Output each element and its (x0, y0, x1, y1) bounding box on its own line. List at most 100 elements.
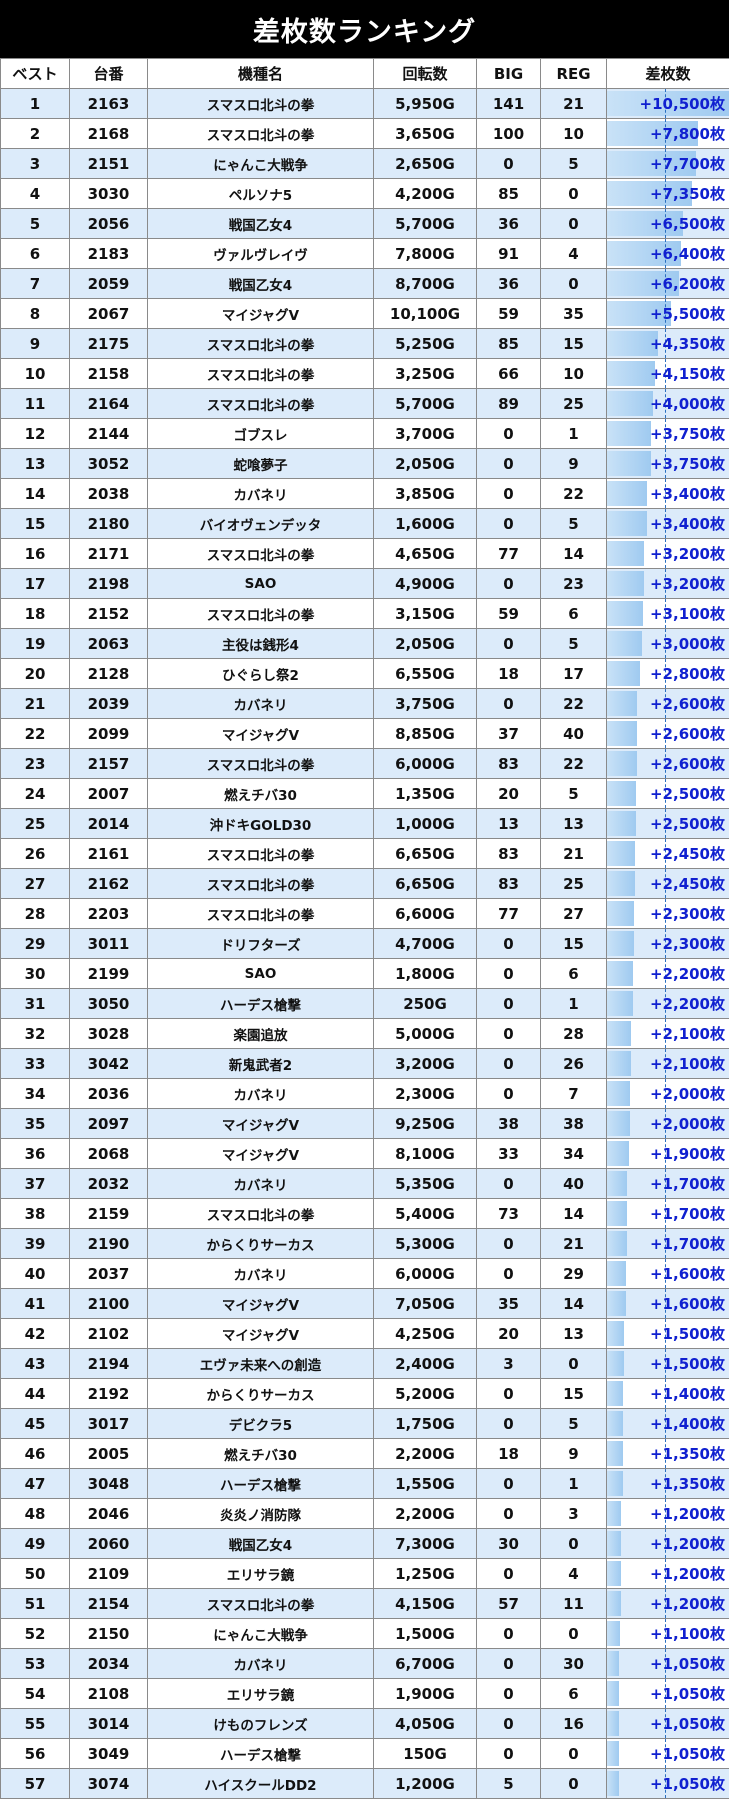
diff-value: +1,050枚 (649, 1685, 725, 1703)
diff-bar (607, 451, 651, 476)
diff-bar (607, 811, 637, 836)
big-cell: 83 (476, 748, 541, 779)
spins-cell: 2,050G (373, 628, 477, 659)
table-row: 33 3042 新鬼武者2 3,200G 0 26 +2,100枚 (0, 1048, 729, 1079)
reg-cell: 25 (540, 388, 607, 419)
unit-cell: 3014 (69, 1708, 148, 1739)
rank-cell: 24 (0, 778, 70, 809)
spins-cell: 8,100G (373, 1138, 477, 1169)
diff-bar (607, 511, 647, 536)
machine-cell: カバネリ (147, 1078, 374, 1109)
reg-cell: 17 (540, 658, 607, 689)
big-cell: 57 (476, 1588, 541, 1619)
big-cell: 100 (476, 118, 541, 149)
reg-cell: 0 (540, 208, 607, 239)
diff-cell: +1,100枚 (606, 1618, 729, 1649)
big-cell: 77 (476, 898, 541, 929)
unit-cell: 2203 (69, 898, 148, 929)
big-cell: 0 (476, 1738, 541, 1769)
table-row: 57 3074 ハイスクールDD2 1,200G 5 0 +1,050枚 (0, 1768, 729, 1799)
reg-cell: 0 (540, 1768, 607, 1799)
machine-cell: 戦国乙女4 (147, 1528, 374, 1559)
diff-value: +1,900枚 (649, 1145, 725, 1163)
unit-cell: 3017 (69, 1408, 148, 1439)
table-row: 48 2046 炎炎ノ消防隊 2,200G 0 3 +1,200枚 (0, 1498, 729, 1529)
reg-cell: 5 (540, 148, 607, 179)
table-row: 4 3030 ペルソナ5 4,200G 85 0 +7,350枚 (0, 178, 729, 209)
table-row: 32 3028 楽園追放 5,000G 0 28 +2,100枚 (0, 1018, 729, 1049)
unit-cell: 3030 (69, 178, 148, 209)
diff-value: +2,800枚 (649, 665, 725, 683)
rank-cell: 23 (0, 748, 70, 779)
big-cell: 36 (476, 268, 541, 299)
table-row: 54 2108 エリサラ鏡 1,900G 0 6 +1,050枚 (0, 1678, 729, 1709)
diff-value: +4,150枚 (649, 365, 725, 383)
diff-cell: +4,150枚 (606, 358, 729, 389)
machine-cell: SAO (147, 958, 374, 989)
reg-cell: 35 (540, 298, 607, 329)
machine-cell: からくりサーカス (147, 1228, 374, 1259)
diff-cell: +1,700枚 (606, 1228, 729, 1259)
rank-cell: 20 (0, 658, 70, 689)
spins-cell: 5,400G (373, 1198, 477, 1229)
unit-cell: 2157 (69, 748, 148, 779)
reg-cell: 0 (540, 268, 607, 299)
diff-value: +3,750枚 (649, 455, 725, 473)
diff-cell: +2,300枚 (606, 928, 729, 959)
table-row: 46 2005 燃えチバ30 2,200G 18 9 +1,350枚 (0, 1438, 729, 1469)
diff-value: +2,450枚 (649, 845, 725, 863)
reg-cell: 21 (540, 838, 607, 869)
diff-bar (607, 601, 644, 626)
diff-cell: +1,050枚 (606, 1738, 729, 1769)
diff-cell: +1,350枚 (606, 1468, 729, 1499)
table-row: 45 3017 デビクラ5 1,750G 0 5 +1,400枚 (0, 1408, 729, 1439)
diff-cell: +2,300枚 (606, 898, 729, 929)
diff-cell: +1,700枚 (606, 1198, 729, 1229)
rank-cell: 49 (0, 1528, 70, 1559)
table-row: 3 2151 にゃんこ大戦争 2,650G 0 5 +7,700枚 (0, 148, 729, 179)
diff-bar (607, 1621, 620, 1646)
machine-cell: 新鬼武者2 (147, 1048, 374, 1079)
reg-cell: 40 (540, 1168, 607, 1199)
rank-cell: 37 (0, 1168, 70, 1199)
machine-cell: エリサラ鏡 (147, 1678, 374, 1709)
diff-bar (607, 1291, 626, 1316)
machine-cell: にゃんこ大戦争 (147, 148, 374, 179)
unit-cell: 2039 (69, 688, 148, 719)
diff-value: +2,450枚 (649, 875, 725, 893)
spins-cell: 6,650G (373, 868, 477, 899)
unit-cell: 3049 (69, 1738, 148, 1769)
table-row: 28 2203 スマスロ北斗の拳 6,600G 77 27 +2,300枚 (0, 898, 729, 929)
diff-value: +1,500枚 (649, 1325, 725, 1343)
machine-cell: ハーデス槍撃 (147, 1468, 374, 1499)
table-row: 31 3050 ハーデス槍撃 250G 0 1 +2,200枚 (0, 988, 729, 1019)
diff-bar (607, 901, 634, 926)
unit-cell: 2063 (69, 628, 148, 659)
rank-cell: 8 (0, 298, 70, 329)
machine-cell: 炎炎ノ消防隊 (147, 1498, 374, 1529)
machine-cell: スマスロ北斗の拳 (147, 868, 374, 899)
diff-bar (607, 781, 637, 806)
diff-value: +2,500枚 (649, 815, 725, 833)
diff-value: +1,400枚 (649, 1415, 725, 1433)
machine-cell: カバネリ (147, 478, 374, 509)
ranking-table: ベスト 台番 機種名 回転数 BIG REG 差枚数 1 2163 スマスロ北斗の拳… (0, 58, 729, 1799)
diff-bar (607, 1351, 625, 1376)
reg-cell: 0 (540, 1528, 607, 1559)
diff-cell: +2,600枚 (606, 748, 729, 779)
diff-cell: +1,900枚 (606, 1138, 729, 1169)
big-cell: 0 (476, 1078, 541, 1109)
table-row: 55 3014 けものフレンズ 4,050G 0 16 +1,050枚 (0, 1708, 729, 1739)
big-cell: 0 (476, 1648, 541, 1679)
unit-cell: 3048 (69, 1468, 148, 1499)
diff-value: +7,350枚 (649, 185, 725, 203)
diff-value: +1,200枚 (649, 1535, 725, 1553)
table-row: 18 2152 スマスロ北斗の拳 3,150G 59 6 +3,100枚 (0, 598, 729, 629)
big-cell: 73 (476, 1198, 541, 1229)
diff-value: +3,100枚 (649, 605, 725, 623)
spins-cell: 4,650G (373, 538, 477, 569)
spins-cell: 250G (373, 988, 477, 1019)
unit-cell: 2190 (69, 1228, 148, 1259)
diff-value: +4,000枚 (649, 395, 725, 413)
reg-cell: 22 (540, 478, 607, 509)
